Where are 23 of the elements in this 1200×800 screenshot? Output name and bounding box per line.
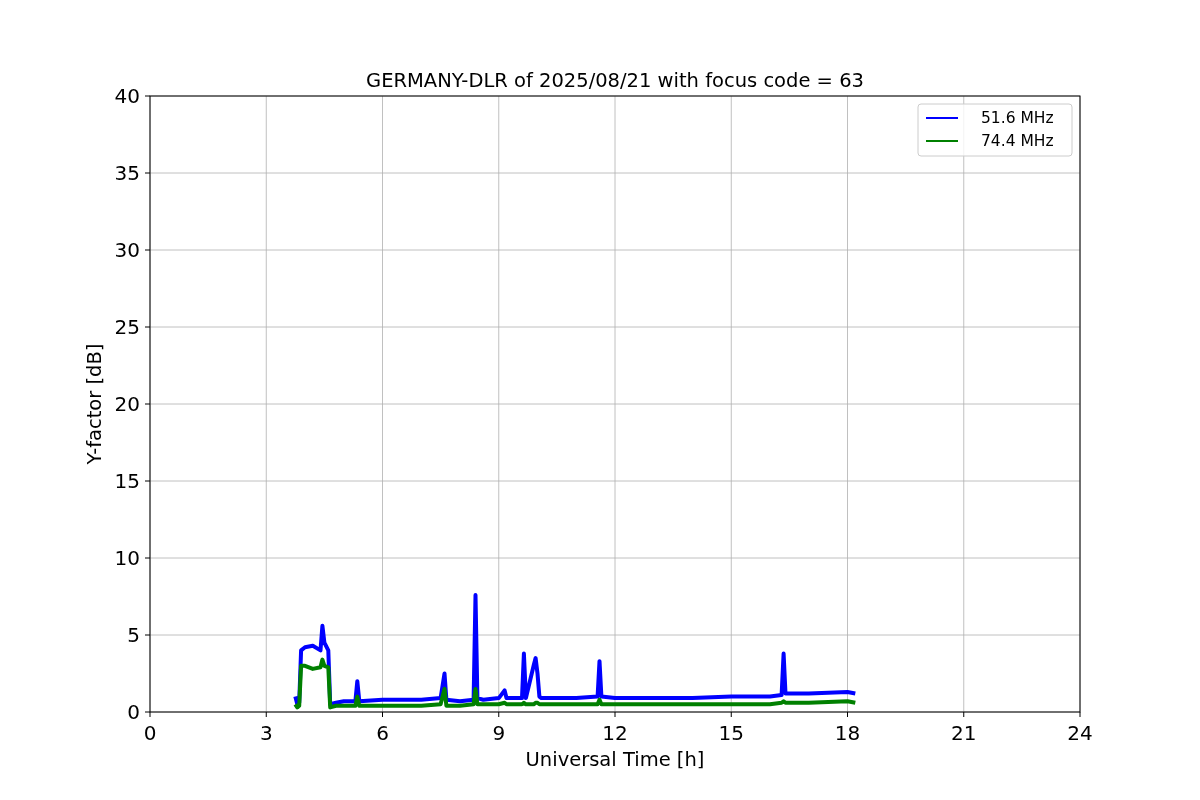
tick-label: 24 xyxy=(1067,721,1093,745)
axis-label: Universal Time [h] xyxy=(525,748,705,771)
tick-label: 10 xyxy=(114,546,140,570)
chart-title: GERMANY-DLR of 2025/08/21 with focus code = 63 xyxy=(366,69,864,92)
tick-label: 3 xyxy=(259,721,273,745)
tick-label: 9 xyxy=(492,721,506,745)
legend-label: 74.4 MHz xyxy=(981,132,1054,150)
tick-label: 15 xyxy=(114,469,140,493)
tick-label: 30 xyxy=(114,238,140,262)
tick-label: 21 xyxy=(951,721,977,745)
tick-label: 40 xyxy=(114,84,140,108)
tick-label: 5 xyxy=(127,623,140,647)
tick-label: 15 xyxy=(718,721,744,745)
tick-label: 25 xyxy=(114,315,140,339)
tick-label: 0 xyxy=(143,721,157,745)
tick-label: 35 xyxy=(114,161,140,185)
legend-label: 51.6 MHz xyxy=(981,109,1054,127)
axis-label: Y-factor [dB] xyxy=(83,343,106,465)
tick-label: 20 xyxy=(114,392,140,416)
tick-label: 0 xyxy=(127,700,140,724)
tick-label: 6 xyxy=(376,721,389,745)
tick-label: 12 xyxy=(602,721,628,745)
tick-label: 18 xyxy=(834,721,861,745)
